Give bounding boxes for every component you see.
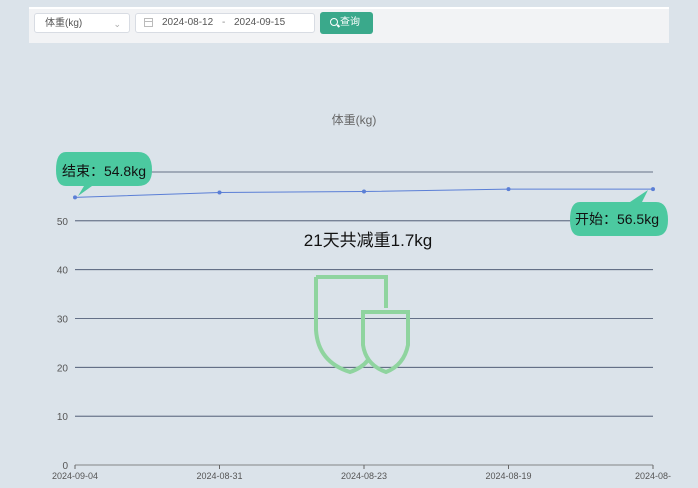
weight-line-chart: 体重(kg) 01020304050 2024-09-04 2024-08-31 2… — [52, 113, 671, 481]
chart-title: 体重(kg) — [332, 113, 377, 127]
end-value-callout: 结束：54.8kg — [56, 152, 152, 196]
data-point — [73, 195, 77, 200]
weight-loss-annotation: 21天共减重1.7kg — [304, 231, 433, 250]
data-point — [362, 189, 366, 194]
x-tick-label: 2024-08-31 — [196, 471, 242, 481]
x-tick-label: 2024-08-19 — [485, 471, 531, 481]
y-axis-ticks: 01020304050 — [57, 217, 69, 472]
start-value-callout: 开始：56.5kg — [570, 190, 668, 236]
data-point — [217, 190, 222, 195]
y-tick-label: 30 — [57, 315, 69, 326]
x-axis-ticks: 2024-09-04 2024-08-31 2024-08-23 2024-08-19… — [52, 465, 671, 481]
x-tick-label: 2024-09-04 — [52, 471, 98, 481]
data-point — [506, 187, 511, 192]
y-tick-label: 20 — [57, 363, 69, 374]
shield-logo-watermark — [314, 275, 410, 375]
data-point — [651, 187, 655, 192]
start-value-label: 开始：56.5kg — [575, 211, 659, 227]
weight-series — [73, 187, 655, 200]
y-tick-label: 40 — [57, 266, 69, 277]
x-tick-label: 2024-08- — [635, 471, 671, 481]
y-tick-label: 10 — [57, 412, 69, 423]
end-value-label: 结束：54.8kg — [62, 163, 146, 179]
y-tick-label: 50 — [57, 217, 69, 228]
x-tick-label: 2024-08-23 — [341, 471, 387, 481]
